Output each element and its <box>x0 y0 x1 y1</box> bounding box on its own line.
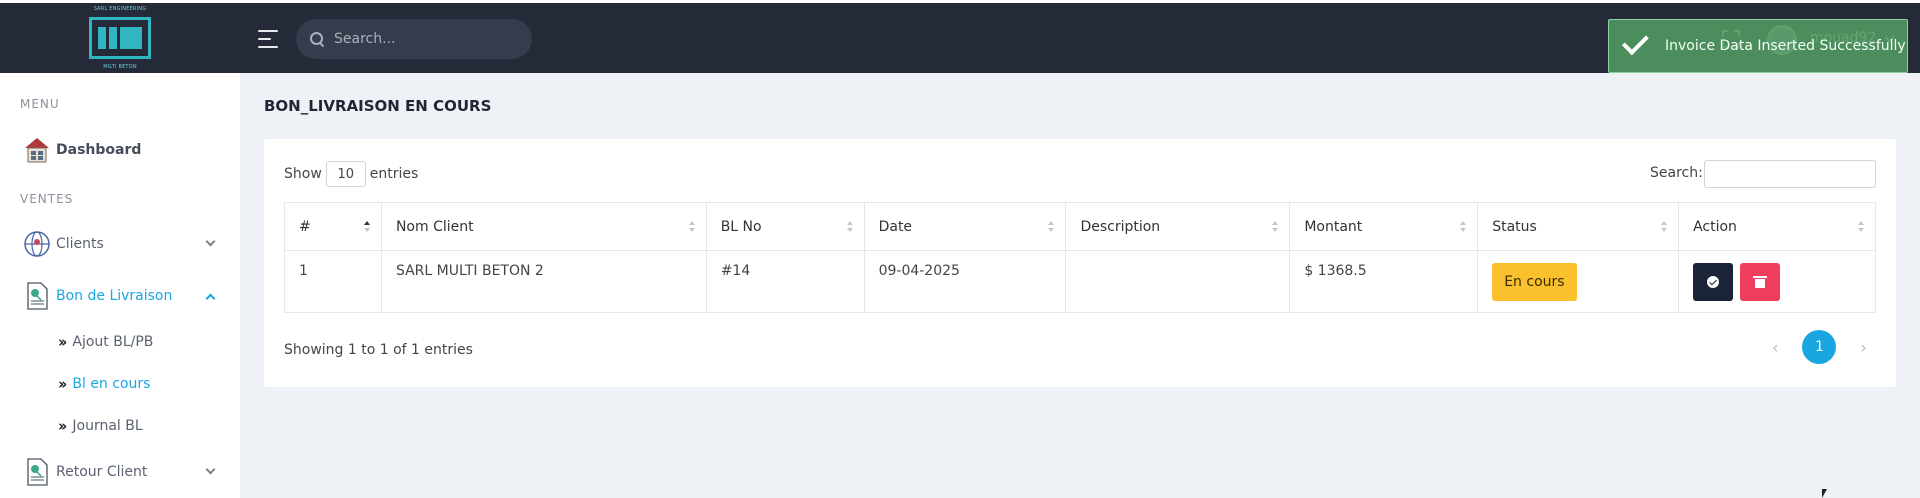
cell-number: 1 <box>284 250 382 313</box>
delete-button[interactable] <box>1739 262 1780 301</box>
table-info: Showing 1 to 1 of 1 entries <box>284 342 473 358</box>
table-search-input[interactable] <box>1704 160 1876 188</box>
search-icon <box>310 32 324 46</box>
entries-count-input[interactable] <box>325 161 366 187</box>
cell-client: SARL MULTI BETON 2 <box>380 250 707 313</box>
chevron-up-icon <box>205 293 216 304</box>
global-search <box>296 19 532 59</box>
cell-montant: $ 1368.5 <box>1289 250 1479 313</box>
column-header-date[interactable]: Date <box>863 202 1067 251</box>
menu-section-title: MENU <box>20 97 60 111</box>
logo-mark-icon <box>89 17 151 59</box>
pagination-previous[interactable]: ‹ <box>1772 338 1778 357</box>
trash-icon <box>1752 275 1767 288</box>
double-chevron-right-icon: ›› <box>58 417 68 435</box>
document-icon <box>22 281 52 311</box>
house-icon <box>22 135 52 165</box>
checkmark-icon <box>1621 28 1649 56</box>
double-chevron-right-icon: ›› <box>58 375 68 393</box>
entries-label: entries <box>369 166 419 182</box>
column-header-montant[interactable]: Montant <box>1289 202 1479 251</box>
chevron-down-icon <box>205 236 216 247</box>
globe-user-icon <box>22 229 52 259</box>
chevron-down-icon <box>205 464 216 475</box>
pagination-next[interactable]: › <box>1860 338 1866 357</box>
mouse-cursor-icon <box>1822 489 1827 498</box>
sidebar-item-label: Bon de Livraison <box>56 288 173 304</box>
sidebar-item-clients[interactable]: Clients <box>22 227 222 261</box>
status-badge: En cours <box>1492 262 1577 301</box>
double-chevron-right-icon: ›› <box>58 333 68 351</box>
cell-action <box>1678 250 1876 313</box>
pagination-page-1[interactable]: 1 <box>1802 330 1837 364</box>
check-circle-icon <box>1707 275 1720 288</box>
sidebar-subitem-ajout-bl[interactable]: ›› Ajout BL/PB <box>58 329 153 355</box>
table-row: 1 SARL MULTI BETON 2 #14 09-04-2025 $ 13… <box>284 250 1876 313</box>
sidebar-subitem-bl-en-cours[interactable]: ›› Bl en cours <box>58 371 150 397</box>
logo-bottom-text: MILTI BETON <box>103 64 137 70</box>
column-header-bl-no[interactable]: BL No <box>705 202 865 251</box>
brand-logo: SARL ENGINEERING MILTI BETON <box>85 6 155 70</box>
document-return-icon <box>22 457 52 487</box>
table-header-row: # Nom Client BL No Date Description Mont… <box>284 202 1876 251</box>
column-header-nom-client[interactable]: Nom Client <box>380 202 707 251</box>
column-header-status[interactable]: Status <box>1477 202 1680 251</box>
sidebar-item-retour-client[interactable]: Retour Client <box>22 455 222 489</box>
global-search-input[interactable] <box>334 31 514 47</box>
sidebar-subitem-label: Bl en cours <box>72 376 151 392</box>
sidebar-item-bon-livraison[interactable]: Bon de Livraison <box>22 279 222 313</box>
sort-icon <box>688 221 696 233</box>
logo-container[interactable]: SARL ENGINEERING MILTI BETON <box>0 3 240 73</box>
bl-table: # Nom Client BL No Date Description Mont… <box>284 202 1876 313</box>
entries-length-control: Show entries <box>284 161 418 187</box>
column-header-number[interactable]: # <box>284 202 382 251</box>
sort-icon <box>363 221 371 233</box>
cell-description <box>1065 250 1291 313</box>
sort-icon <box>1661 221 1668 233</box>
sidebar-item-label: Clients <box>56 236 104 252</box>
table-search-label: Search: <box>1650 165 1703 181</box>
success-toast: Invoice Data Inserted Successfully <box>1608 19 1908 73</box>
cell-date: 09-04-2025 <box>863 250 1067 313</box>
logo-top-text: SARL ENGINEERING <box>93 6 147 12</box>
top-navbar: SARL ENGINEERING MILTI BETON mouad92 Inv… <box>0 3 1920 73</box>
show-label: Show <box>284 166 322 182</box>
sort-icon <box>1460 221 1467 233</box>
column-header-description[interactable]: Description <box>1065 202 1291 251</box>
sort-icon <box>1048 221 1055 233</box>
column-header-action[interactable]: Action <box>1678 202 1876 251</box>
sidebar-subitem-label: Ajout BL/PB <box>72 334 154 350</box>
sidebar-item-label: Retour Client <box>56 464 148 480</box>
pagination: ‹ 1 › <box>1772 330 1867 364</box>
sort-icon <box>1858 221 1865 233</box>
page-title: BON_LIVRAISON EN COURS <box>264 97 492 115</box>
sort-icon <box>1272 221 1279 233</box>
table-card: Show entries Search: # Nom Client BL No … <box>264 139 1896 387</box>
menu-toggle-icon[interactable] <box>258 30 278 48</box>
cell-status: En cours <box>1477 250 1680 313</box>
sidebar-item-label: Dashboard <box>56 142 142 158</box>
validate-button[interactable] <box>1693 262 1734 301</box>
ventes-section-title: VENTES <box>20 192 74 206</box>
toast-message: Invoice Data Inserted Successfully <box>1665 38 1906 54</box>
sidebar: MENU Dashboard VENTES Clients Bon de Liv… <box>0 73 240 498</box>
sidebar-subitem-label: Journal BL <box>72 418 143 434</box>
sidebar-subitem-journal-bl[interactable]: ›› Journal BL <box>58 413 143 439</box>
sort-icon <box>846 221 854 233</box>
sidebar-item-dashboard[interactable]: Dashboard <box>22 133 222 167</box>
cell-bl-no: #14 <box>705 250 865 313</box>
